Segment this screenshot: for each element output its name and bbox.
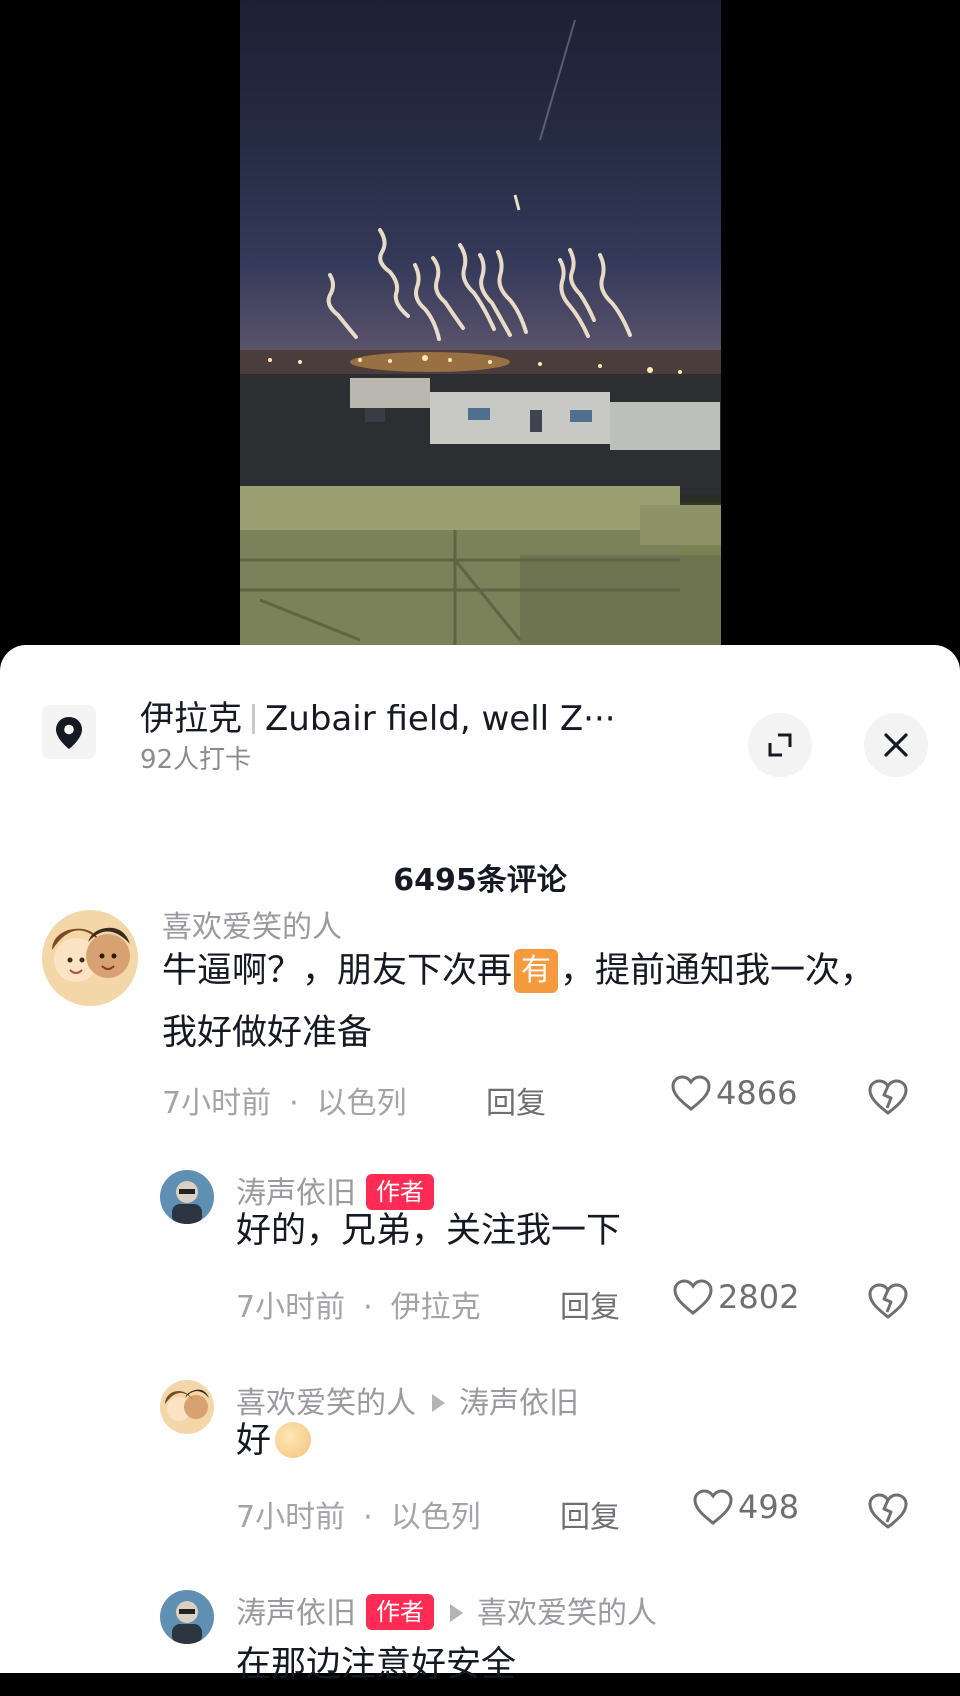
location-pin-icon — [42, 705, 96, 759]
close-icon — [884, 733, 908, 757]
like-button[interactable]: 4866 — [670, 1074, 797, 1112]
reply-arrow-icon — [450, 1604, 463, 1622]
comment-meta: 7小时前 · 以色列 — [236, 1492, 481, 1536]
comment-text: 牛逼啊？，朋友下次再有，提前通知我一次，我好做好准备 — [162, 940, 902, 1064]
close-button[interactable] — [864, 713, 928, 777]
location-name: 伊拉克 — [140, 699, 242, 739]
video-player[interactable] — [0, 0, 960, 660]
comment-text: 好 — [236, 1410, 916, 1472]
avatar[interactable] — [160, 1380, 214, 1434]
broken-heart-icon — [868, 1493, 908, 1529]
ok-hand-emoji-icon — [275, 1422, 312, 1458]
comment-author[interactable]: 涛声依旧 — [236, 1596, 356, 1631]
reply-button[interactable]: 回复 — [560, 1492, 620, 1536]
comment-time: 7小时前 — [162, 1086, 272, 1121]
heart-icon — [673, 1279, 713, 1315]
broken-heart-icon — [868, 1283, 908, 1319]
you-emoji-icon: 有 — [514, 949, 559, 993]
expand-icon — [768, 733, 792, 757]
dislike-button[interactable] — [867, 1282, 909, 1324]
comment-region: 以色列 — [316, 1086, 407, 1121]
dislike-button[interactable] — [867, 1078, 909, 1120]
heart-icon — [693, 1489, 733, 1525]
comment-region: 伊拉克 — [390, 1290, 481, 1325]
heart-icon — [671, 1075, 711, 1111]
comment-region: 以色列 — [390, 1500, 481, 1535]
comment-text: 好的，兄弟，关注我一下 — [236, 1211, 622, 1251]
meta-dot: · — [363, 1290, 373, 1325]
author-badge: 作者 — [366, 1594, 434, 1630]
meta-dot: · — [289, 1086, 299, 1121]
comment-sheet: 伊拉克 Zubair field, well Z··· 92人打卡 6495条评论 — [0, 645, 960, 1685]
location-place: Zubair field, well Z··· — [265, 699, 616, 739]
comment-time: 7小时前 — [236, 1290, 346, 1325]
comment-meta: 7小时前 · 伊拉克 — [236, 1282, 481, 1326]
comment-time: 7小时前 — [236, 1500, 346, 1535]
comment-meta: 7小时前 · 以色列 — [162, 1078, 407, 1122]
comment-text: 在那边注意好安全 — [236, 1645, 517, 1685]
dislike-button[interactable] — [867, 1492, 909, 1534]
location-divider — [252, 704, 255, 734]
reply-to-author[interactable]: 喜欢爱笑的人 — [477, 1596, 657, 1631]
video-frame[interactable] — [240, 0, 721, 660]
comment-text-part: 牛逼啊？，朋友下次再 — [162, 951, 513, 991]
avatar[interactable] — [160, 1590, 214, 1644]
comment-count: 6495条评论 — [393, 863, 567, 898]
comment-author-line: 涛声依旧 作者 喜欢爱笑的人 — [236, 1588, 657, 1632]
location-bar[interactable]: 伊拉克 Zubair field, well Z··· 92人打卡 — [0, 685, 960, 777]
checkin-count: 92人打卡 — [140, 745, 252, 775]
location-title[interactable]: 伊拉克 Zubair field, well Z··· — [140, 691, 700, 740]
like-count: 498 — [738, 1488, 800, 1526]
comment-text-part: 好 — [236, 1421, 272, 1461]
avatar[interactable] — [42, 910, 138, 1006]
broken-heart-icon — [868, 1079, 908, 1115]
reply-button[interactable]: 回复 — [560, 1282, 620, 1326]
like-button[interactable]: 498 — [692, 1488, 799, 1526]
like-count: 2802 — [718, 1278, 800, 1316]
like-button[interactable]: 2802 — [672, 1278, 799, 1316]
expand-button[interactable] — [748, 713, 812, 777]
like-count: 4866 — [716, 1074, 798, 1112]
meta-dot: · — [363, 1500, 373, 1535]
avatar[interactable] — [160, 1170, 214, 1224]
night-sky-scene — [240, 19, 721, 660]
reply-button[interactable]: 回复 — [486, 1078, 546, 1122]
